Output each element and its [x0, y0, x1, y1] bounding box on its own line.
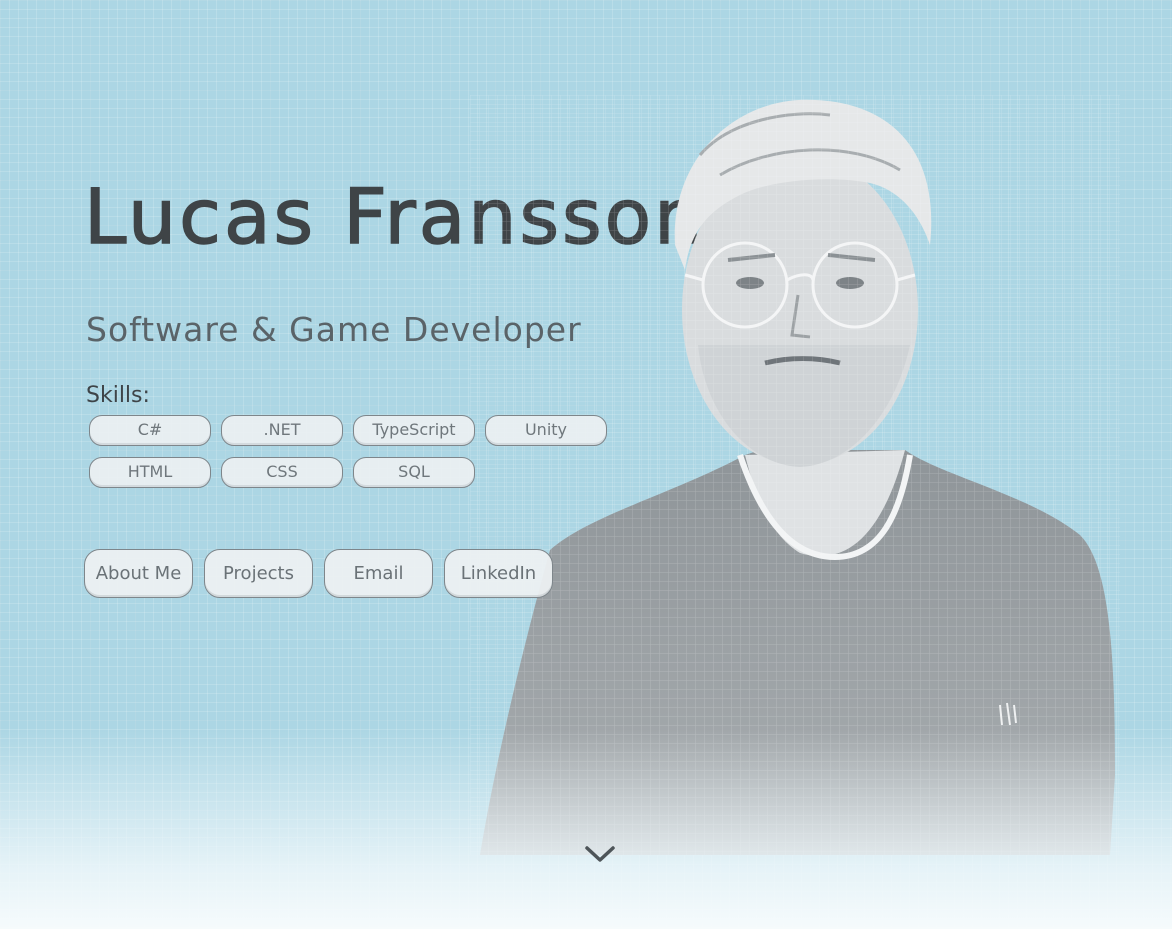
skill-chip: Unity [485, 415, 607, 446]
skill-chip: SQL [353, 457, 475, 488]
skill-chip: .NET [221, 415, 343, 446]
action-buttons: About Me Projects Email LinkedIn [84, 549, 553, 598]
linkedin-button[interactable]: LinkedIn [444, 549, 553, 598]
skill-chip: CSS [221, 457, 343, 488]
email-button[interactable]: Email [324, 549, 433, 598]
about-me-button[interactable]: About Me [84, 549, 193, 598]
skill-chip: C# [89, 415, 211, 446]
skill-chip: HTML [89, 457, 211, 488]
skills-list: C# .NET TypeScript Unity HTML CSS SQL [89, 415, 629, 488]
skills-heading: Skills: [86, 383, 150, 408]
tagline: Software & Game Developer [86, 310, 582, 349]
skill-chip: TypeScript [353, 415, 475, 446]
projects-button[interactable]: Projects [204, 549, 313, 598]
chevron-down-icon[interactable] [582, 840, 618, 868]
